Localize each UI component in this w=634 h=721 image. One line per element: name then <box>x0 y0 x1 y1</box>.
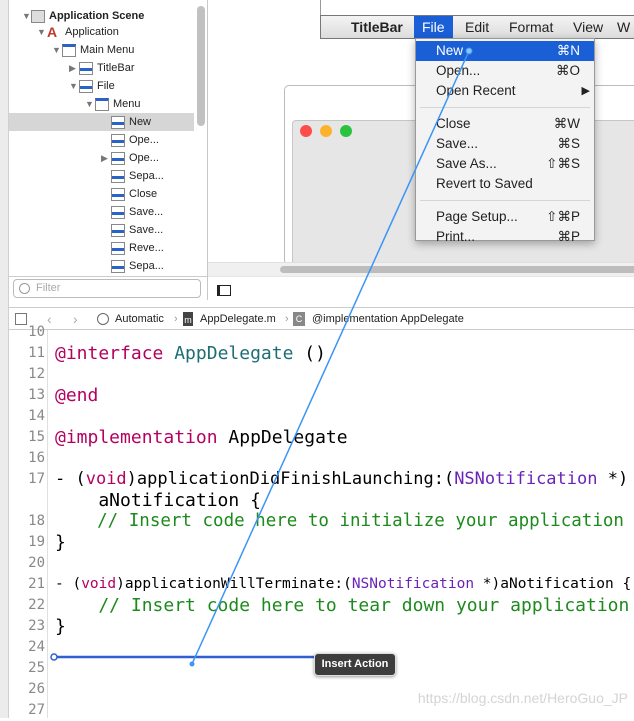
connection-line <box>191 50 470 665</box>
connection-source-dot <box>465 47 473 55</box>
insertion-point-marker <box>50 653 58 661</box>
insert-action-tooltip: Insert Action <box>314 653 396 676</box>
connection-target-dot <box>189 661 195 667</box>
connection-overlay <box>50 47 473 667</box>
watermark: https://blog.csdn.net/HeroGuo_JP <box>417 690 628 706</box>
